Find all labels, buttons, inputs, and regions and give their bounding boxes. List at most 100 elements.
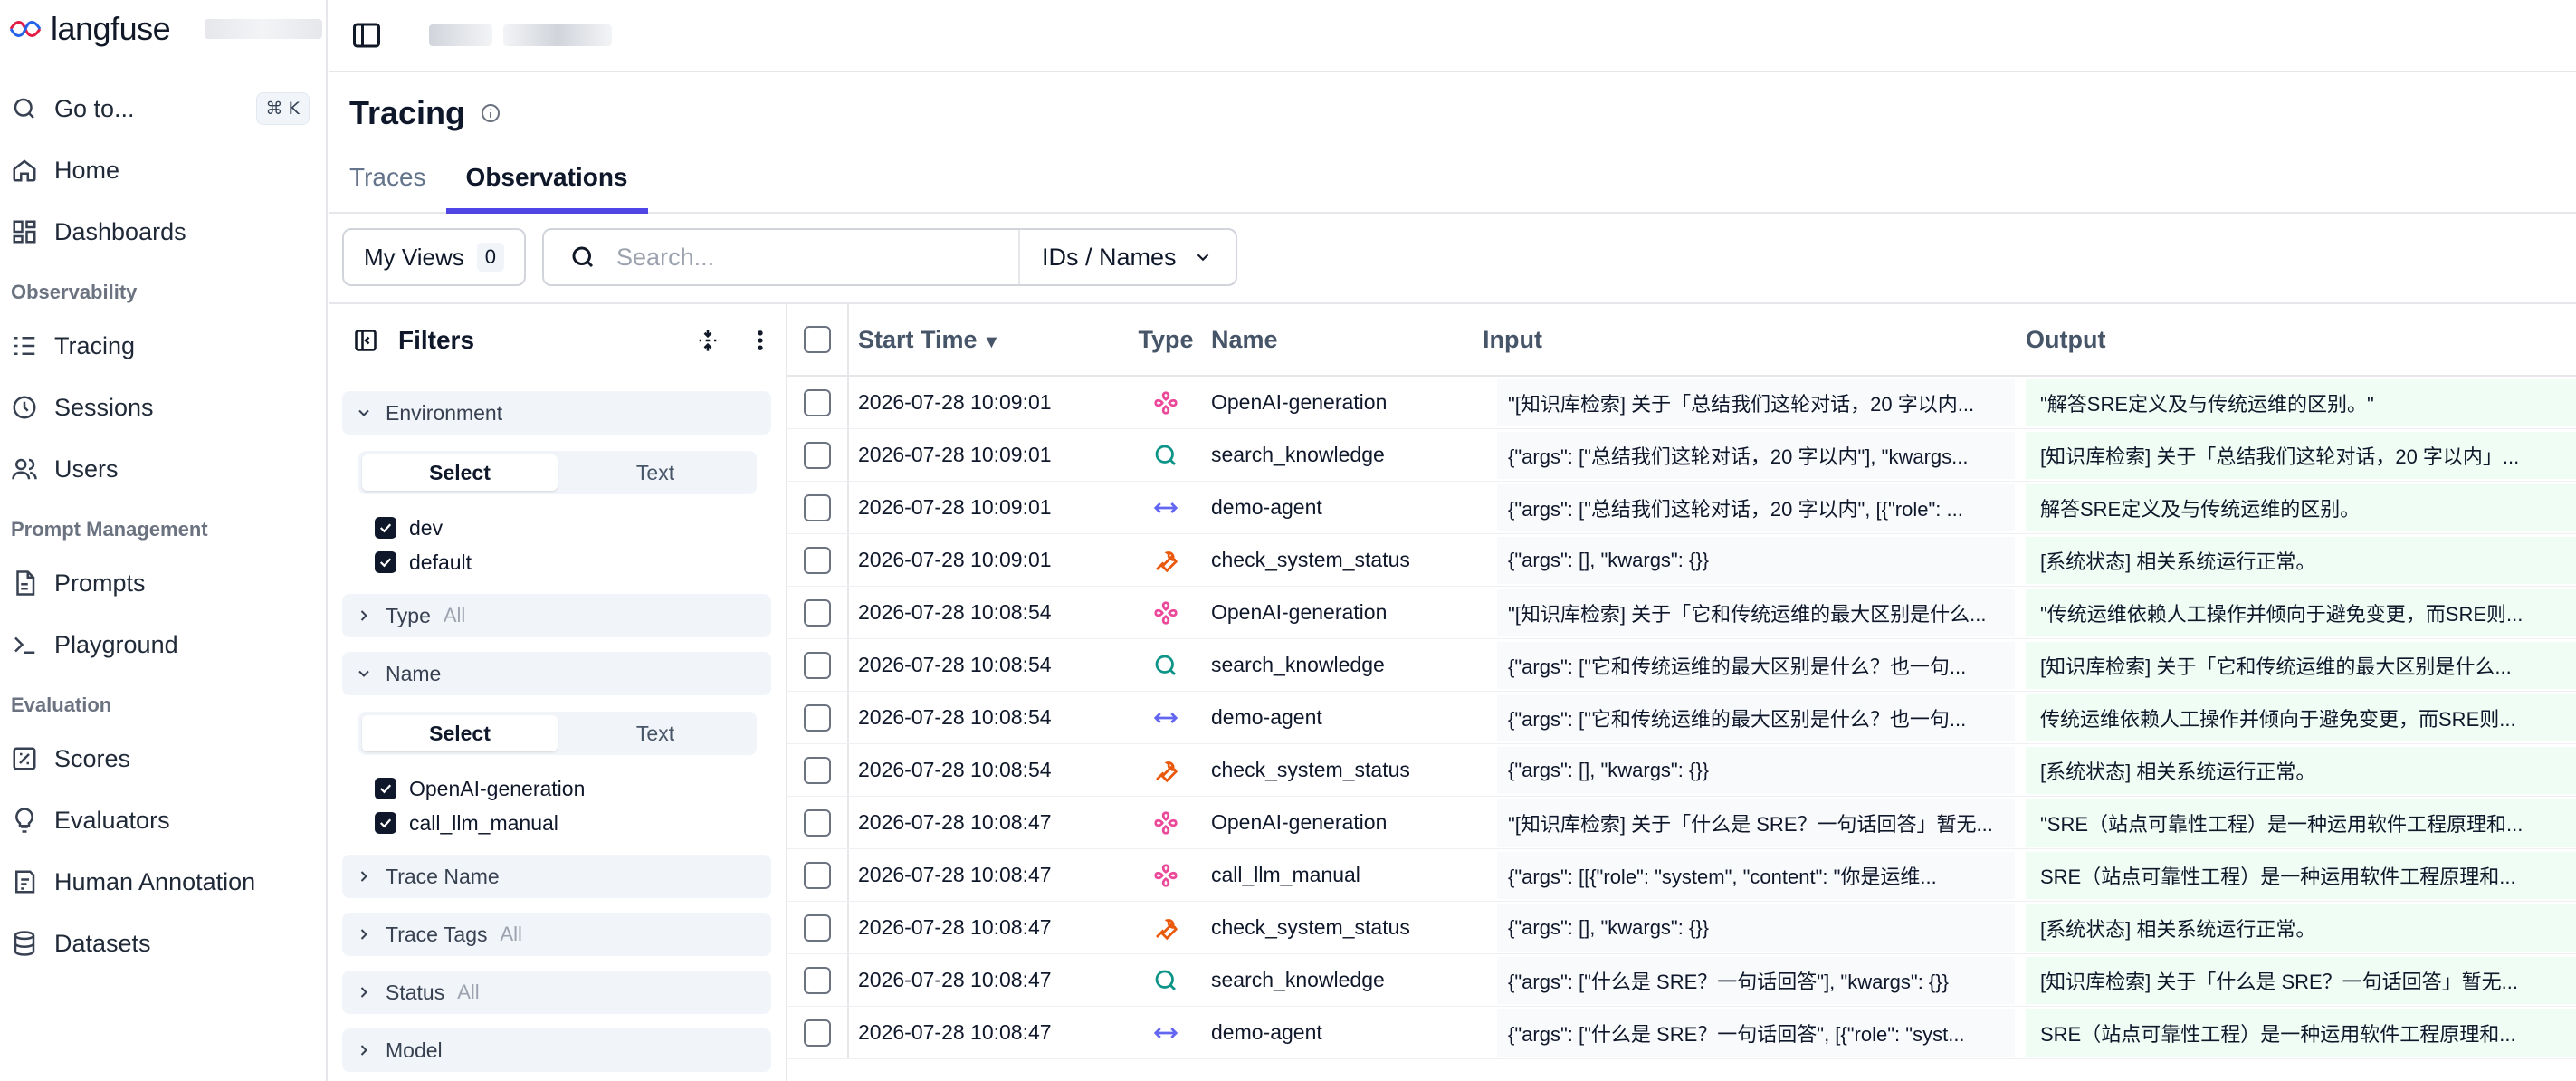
column-start-time[interactable]: Start Time ▼ [849, 326, 1121, 354]
row-output-value[interactable]: [系统状态] 相关系统运行正常。 [2026, 746, 2576, 794]
row-output-value[interactable]: [知识库检索] 关于「什么是 SRE？一句话回答」暂无... [2026, 956, 2576, 1004]
row-output-value[interactable]: "SRE（站点可靠性工程）是一种运用软件工程原理和... [2026, 799, 2576, 847]
row-checkbox[interactable] [804, 388, 831, 416]
name-option-openai-generation[interactable]: OpenAI-generation [375, 771, 771, 806]
nav-prompts[interactable]: Prompts [0, 552, 326, 614]
info-icon[interactable] [480, 102, 501, 124]
nav-playground[interactable]: Playground [0, 614, 326, 675]
nav-datasets[interactable]: Datasets [0, 913, 326, 974]
row-name[interactable]: search_knowledge [1211, 653, 1483, 677]
row-checkbox[interactable] [804, 493, 831, 521]
row-input-value[interactable]: "[知识库检索] 关于「它和传统运维的最大区别是什么... [1497, 588, 2015, 636]
table-row[interactable]: 2026-07-28 10:08:54 check_system_status {"… [787, 744, 2576, 797]
row-name[interactable]: search_knowledge [1211, 968, 1483, 992]
table-row[interactable]: 2026-07-28 10:09:01 demo-agent {"args": ["… [787, 482, 2576, 534]
environment-option-dev[interactable]: dev [375, 511, 771, 545]
checkbox-checked[interactable] [375, 517, 396, 539]
nav-human-annotation[interactable]: Human Annotation [0, 851, 326, 913]
brand[interactable]: langfuse [0, 0, 326, 58]
nav-evaluators[interactable]: Evaluators [0, 789, 326, 851]
environment-mode-text[interactable]: Text [558, 454, 753, 491]
row-input-value[interactable]: "[知识库检索] 关于「什么是 SRE？一句话回答」暂无... [1497, 799, 2015, 847]
row-checkbox[interactable] [804, 966, 831, 994]
checkbox-checked[interactable] [375, 778, 396, 799]
table-row[interactable]: 2026-07-28 10:08:54 demo-agent {"args": ["… [787, 692, 2576, 744]
row-name[interactable]: demo-agent [1211, 495, 1483, 520]
fold-vertical-icon[interactable] [695, 328, 720, 353]
sidebar-toggle-icon[interactable] [349, 19, 384, 52]
table-row[interactable]: 2026-07-28 10:08:47 check_system_status {"… [787, 902, 2576, 954]
search-scope-select[interactable]: IDs / Names [1020, 244, 1213, 272]
breadcrumb-org[interactable] [429, 24, 492, 46]
row-output-value[interactable]: 传统运维依赖人工操作并倾向于避免变更，而SRE则... [2026, 694, 2576, 741]
row-checkbox[interactable] [804, 703, 831, 732]
row-name[interactable]: check_system_status [1211, 758, 1483, 782]
table-row[interactable]: 2026-07-28 10:08:54 OpenAI-generation "[知识… [787, 587, 2576, 639]
row-input-value[interactable]: {"args": ["总结我们这轮对话，20 字以内"], "kwargs... [1497, 431, 2015, 479]
column-output[interactable]: Output [2026, 304, 2576, 375]
row-input-value[interactable]: {"args": ["什么是 SRE？一句话回答", [{"role": "sy… [1497, 1009, 2015, 1057]
row-name[interactable]: demo-agent [1211, 705, 1483, 730]
row-checkbox[interactable] [804, 598, 831, 627]
table-row[interactable]: 2026-07-28 10:08:47 search_knowledge {"arg… [787, 954, 2576, 1007]
filter-name-header[interactable]: Name [342, 652, 771, 695]
filter-trace-name-header[interactable]: Trace Name [342, 855, 771, 898]
name-mode-text[interactable]: Text [558, 715, 753, 751]
row-name[interactable]: OpenAI-generation [1211, 810, 1483, 835]
filter-environment-header[interactable]: Environment [342, 391, 771, 435]
row-output-value[interactable]: "传统运维依赖人工操作并倾向于避免变更，而SRE则... [2026, 588, 2576, 636]
filter-type-header[interactable]: Type All [342, 594, 771, 637]
table-row[interactable]: 2026-07-28 10:09:01 search_knowledge {"arg… [787, 429, 2576, 482]
select-all-checkbox[interactable] [804, 326, 831, 353]
table-row[interactable]: 2026-07-28 10:08:54 search_knowledge {"arg… [787, 639, 2576, 692]
row-output-value[interactable]: SRE（站点可靠性工程）是一种运用软件工程原理和... [2026, 851, 2576, 899]
nav-scores[interactable]: Scores [0, 728, 326, 789]
row-checkbox[interactable] [804, 861, 831, 889]
nav-goto[interactable]: Go to... ⌘ K [0, 78, 326, 139]
table-row[interactable]: 2026-07-28 10:08:47 OpenAI-generation "[知识… [787, 797, 2576, 849]
table-row[interactable]: 2026-07-28 10:08:47 call_llm_manual {"args… [787, 849, 2576, 902]
environment-option-default[interactable]: default [375, 545, 771, 579]
breadcrumb-project[interactable] [503, 24, 612, 46]
row-output-value[interactable]: 解答SRE定义及与传统运维的区别。 [2026, 483, 2576, 531]
tab-traces[interactable]: Traces [329, 156, 446, 214]
row-name[interactable]: demo-agent [1211, 1020, 1483, 1045]
row-output-value[interactable]: [系统状态] 相关系统运行正常。 [2026, 904, 2576, 952]
org-selector[interactable] [205, 19, 323, 39]
row-input-value[interactable]: {"args": [], "kwargs": {}} [1497, 746, 2015, 794]
row-input-value[interactable]: {"args": ["总结我们这轮对话，20 字以内", [{"role": .… [1497, 483, 2015, 531]
row-checkbox[interactable] [804, 651, 831, 679]
nav-tracing[interactable]: Tracing [0, 315, 326, 377]
row-checkbox[interactable] [804, 546, 831, 574]
row-input-value[interactable]: {"args": [[{"role": "system", "content":… [1497, 851, 2015, 899]
column-input[interactable]: Input [1483, 304, 2026, 375]
row-output-value[interactable]: SRE（站点可靠性工程）是一种运用软件工程原理和... [2026, 1009, 2576, 1057]
row-name[interactable]: OpenAI-generation [1211, 600, 1483, 625]
name-mode-select[interactable]: Select [362, 715, 558, 751]
filter-model-header[interactable]: Model [342, 1028, 771, 1072]
column-name[interactable]: Name [1211, 326, 1483, 354]
checkbox-checked[interactable] [375, 551, 396, 573]
tab-observations[interactable]: Observations [445, 156, 648, 214]
row-input-value[interactable]: {"args": [], "kwargs": {}} [1497, 904, 2015, 952]
breadcrumb[interactable] [429, 24, 612, 46]
more-vertical-icon[interactable] [748, 328, 773, 353]
column-type[interactable]: Type [1121, 326, 1211, 354]
row-checkbox[interactable] [804, 756, 831, 784]
row-input-value[interactable]: {"args": ["什么是 SRE？一句话回答"], "kwargs": {}… [1497, 956, 2015, 1004]
row-name[interactable]: OpenAI-generation [1211, 390, 1483, 415]
row-output-value[interactable]: [系统状态] 相关系统运行正常。 [2026, 536, 2576, 584]
table-row[interactable]: 2026-07-28 10:09:01 OpenAI-generation "[知识… [787, 377, 2576, 429]
nav-sessions[interactable]: Sessions [0, 377, 326, 438]
search-input[interactable] [616, 243, 979, 272]
row-input-value[interactable]: "[知识库检索] 关于「总结我们这轮对话，20 字以内... [1497, 378, 2015, 426]
table-row[interactable]: 2026-07-28 10:09:01 check_system_status {"… [787, 534, 2576, 587]
table-row[interactable]: 2026-07-28 10:08:47 demo-agent {"args": ["… [787, 1007, 2576, 1059]
filter-trace-tags-header[interactable]: Trace Tags All [342, 913, 771, 956]
name-option-call-llm-manual[interactable]: call_llm_manual [375, 806, 771, 840]
row-name[interactable]: check_system_status [1211, 548, 1483, 572]
row-output-value[interactable]: [知识库检索] 关于「它和传统运维的最大区别是什么... [2026, 641, 2576, 689]
row-checkbox[interactable] [804, 808, 831, 837]
nav-home[interactable]: Home [0, 139, 326, 201]
filter-status-header[interactable]: Status All [342, 971, 771, 1014]
